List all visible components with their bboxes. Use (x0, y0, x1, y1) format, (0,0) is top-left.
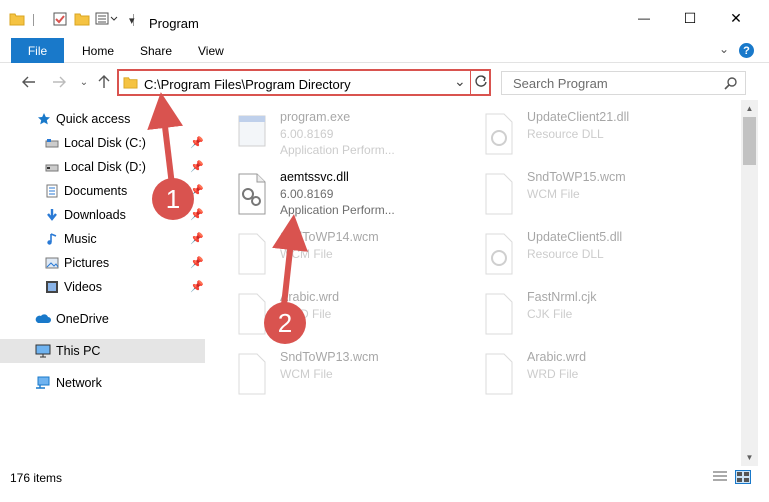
step-1-callout: 1 (152, 178, 194, 220)
annotation-arrows (147, 92, 308, 306)
details-view-icon[interactable] (712, 470, 728, 484)
arrow-step-2 (272, 214, 308, 306)
item-count: 176 items (10, 471, 63, 485)
step-2-callout: 2 (264, 302, 306, 344)
status-bar: 176 items (0, 466, 769, 502)
tiles-view-icon[interactable] (735, 470, 751, 484)
arrow-step-1 (147, 92, 184, 186)
